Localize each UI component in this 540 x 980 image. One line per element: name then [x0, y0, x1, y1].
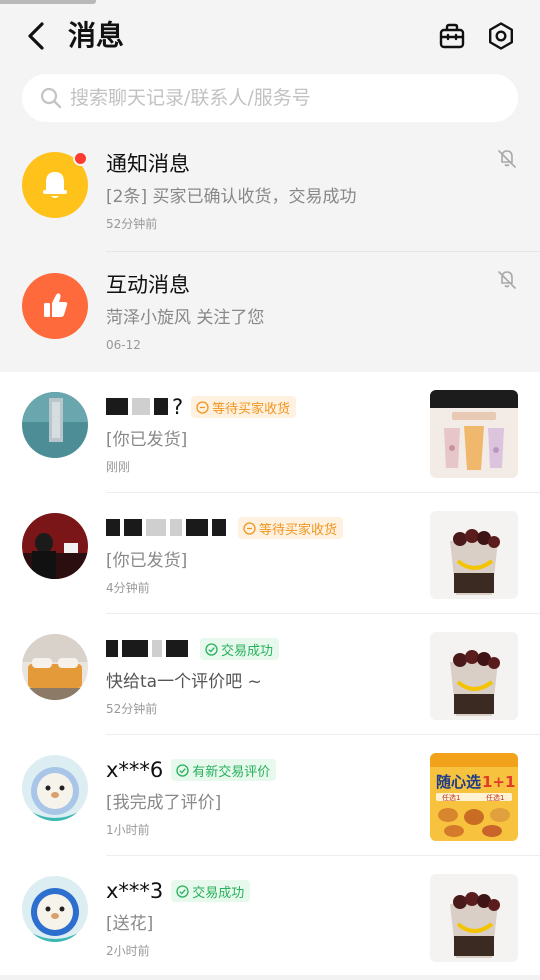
back-arrow-icon [28, 22, 44, 50]
chat-name: x***3 [106, 879, 164, 903]
chat-row[interactable]: x***6 有新交易评价 [我完成了评价] 1小时前 随心选 1+1 任选1 任… [0, 735, 540, 856]
avatar [22, 513, 88, 579]
product-thumbnail[interactable] [430, 511, 518, 599]
header: 消息 [0, 10, 540, 62]
back-button[interactable] [18, 18, 54, 54]
interaction-avatar [22, 273, 88, 339]
status-badge: 有新交易评价 [171, 759, 277, 781]
chat-preview: [送花] [106, 914, 154, 934]
chat-name: ? [106, 393, 183, 421]
product-thumbnail[interactable] [430, 874, 518, 962]
bell-icon [43, 172, 67, 198]
bottom-strip [0, 975, 540, 980]
chat-time: 52分钟前 [106, 702, 158, 716]
notification-preview: [2条] 买家已确认收货，交易成功 [106, 187, 357, 207]
bag-button[interactable] [432, 16, 472, 56]
promo-title: 随心选 [436, 773, 481, 791]
mute-icon [494, 267, 520, 293]
interaction-message-row[interactable]: 互动消息 菏泽小旋风 关注了您 06-12 [0, 251, 540, 371]
notification-message-row[interactable]: 通知消息 [2条] 买家已确认收货，交易成功 52分钟前 [0, 130, 540, 250]
status-badge: 等待买家收货 [238, 517, 344, 539]
notification-title: 通知消息 [106, 152, 190, 176]
status-badge: 等待买家收货 [191, 396, 297, 418]
avatar [22, 876, 88, 942]
status-badge: 交易成功 [171, 880, 251, 902]
product-thumbnail[interactable]: 随心选 1+1 任选1 任选1 [430, 753, 518, 841]
search-input[interactable] [70, 87, 470, 109]
chat-row[interactable]: 交易成功 快给ta一个评价吧 ~ 52分钟前 [0, 614, 540, 735]
chat-time: 4分钟前 [106, 581, 150, 595]
notification-time: 52分钟前 [106, 217, 158, 231]
chat-row[interactable]: 等待买家收货 [你已发货] 4分钟前 [0, 493, 540, 614]
status-badge: 交易成功 [200, 638, 280, 660]
avatar [22, 392, 88, 458]
promo-price: 1+1 [482, 773, 515, 791]
chat-name [106, 635, 192, 663]
chat-preview: 快给ta一个评价吧 ~ [106, 672, 262, 692]
interaction-preview: 菏泽小旋风 关注了您 [106, 308, 265, 328]
clock-icon [242, 521, 256, 535]
page-title: 消息 [68, 19, 125, 52]
check-circle-icon [204, 642, 218, 656]
clock-icon [195, 400, 209, 414]
avatar [22, 634, 88, 700]
chat-preview: [我完成了评价] [106, 793, 222, 813]
mute-icon [494, 146, 520, 172]
chat-time: 2小时前 [106, 944, 150, 958]
chat-time: 刚刚 [106, 460, 131, 474]
thumbs-up-icon [44, 293, 68, 317]
settings-icon [489, 22, 513, 50]
chat-preview: [你已发货] [106, 430, 188, 450]
chat-row[interactable]: ? 等待买家收货 [你已发货] 刚刚 [0, 372, 540, 493]
promo-tag-right: 任选1 [486, 793, 504, 802]
settings-button[interactable] [481, 16, 521, 56]
chat-name [106, 514, 230, 542]
search-icon [38, 85, 64, 111]
product-thumbnail[interactable] [430, 390, 518, 478]
chat-preview: [你已发货] [106, 551, 188, 571]
interaction-title: 互动消息 [106, 273, 190, 297]
chat-row[interactable]: x***3 交易成功 [送花] 2小时前 [0, 856, 540, 977]
product-thumbnail[interactable] [430, 632, 518, 720]
avatar [22, 755, 88, 821]
status-indicator [0, 0, 96, 4]
interaction-time: 06-12 [106, 338, 141, 352]
check-circle-icon [175, 884, 189, 898]
search-bar[interactable] [22, 74, 518, 122]
chat-time: 1小时前 [106, 823, 150, 837]
promo-tag-left: 任选1 [442, 793, 460, 802]
check-circle-icon [175, 763, 189, 777]
bag-icon [439, 23, 465, 49]
chat-name: x***6 [106, 758, 164, 782]
unread-dot [73, 151, 88, 166]
